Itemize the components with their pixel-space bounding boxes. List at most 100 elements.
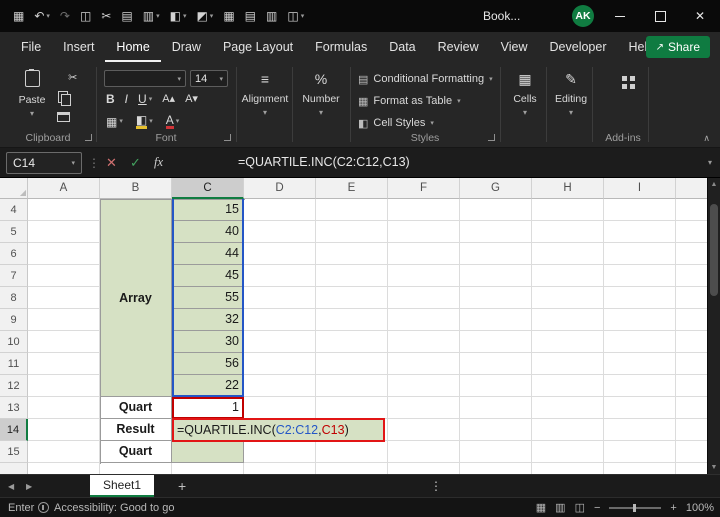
cell-c7[interactable]: 45 xyxy=(172,265,244,287)
accessibility-status[interactable]: Accessibility: Good to go xyxy=(38,498,174,517)
tab-insert[interactable]: Insert xyxy=(52,32,105,62)
dialog-launcher-icon[interactable] xyxy=(488,134,495,141)
row-header-partial[interactable] xyxy=(0,463,28,474)
bold-button[interactable]: B xyxy=(106,93,115,105)
cell-c14-formula-editor[interactable]: =QUARTILE.INC(C2:C12, C13) xyxy=(172,418,385,442)
normal-view-button[interactable]: ▦ xyxy=(536,501,546,514)
cell-styles-button[interactable]: ◧ Cell Styles ▾ xyxy=(358,113,434,133)
tab-view[interactable]: View xyxy=(490,32,539,62)
zoom-slider-thumb[interactable] xyxy=(633,503,637,512)
sheet-tab-sheet1[interactable]: Sheet1 xyxy=(90,475,155,497)
cell-c13[interactable]: 1 xyxy=(172,397,244,419)
camera-button[interactable]: ◫ ▾ xyxy=(287,10,304,22)
row-header-5[interactable]: 5 xyxy=(0,221,28,243)
insert-table-button[interactable]: ▦ xyxy=(223,10,234,22)
insert-function-button[interactable]: fx xyxy=(154,155,163,170)
formula-input[interactable]: =QUARTILE.INC(C2:C12,C13) xyxy=(238,155,410,169)
tab-data[interactable]: Data xyxy=(378,32,426,62)
clear-button[interactable]: ◩ ▾ xyxy=(196,10,213,22)
cell-c8[interactable]: 55 xyxy=(172,287,244,309)
decrease-font-button[interactable]: A▾ xyxy=(185,93,198,105)
minimize-button[interactable] xyxy=(600,0,640,32)
cut-button[interactable]: ✕✂ xyxy=(58,71,77,84)
enter-button[interactable]: ✓ xyxy=(130,155,141,171)
row-header-9[interactable]: 9 xyxy=(0,309,28,331)
zoom-level[interactable]: 100% xyxy=(686,502,714,514)
expand-formula-bar-button[interactable]: ▾ xyxy=(708,158,712,167)
print-button[interactable]: ▥ ▾ xyxy=(143,10,160,22)
close-button[interactable]: ✕ xyxy=(680,0,720,32)
paste-button[interactable]: Paste ▾ xyxy=(12,69,52,118)
new-sheet-button[interactable]: + xyxy=(178,475,186,497)
row-header-12[interactable]: 12 xyxy=(0,375,28,397)
tab-home[interactable]: Home xyxy=(105,32,160,62)
editing-button[interactable]: ✎ Editing ▾ xyxy=(548,72,594,117)
column-header-partial[interactable] xyxy=(676,178,707,199)
dialog-launcher-icon[interactable] xyxy=(224,134,231,141)
row-header-11[interactable]: 11 xyxy=(0,353,28,375)
vertical-scrollbar[interactable]: ▲ ▼ xyxy=(707,178,720,474)
cell-c4[interactable]: 15 xyxy=(172,199,244,221)
maximize-button[interactable] xyxy=(640,0,680,32)
row-header-13[interactable]: 13 xyxy=(0,397,28,419)
cell-c9[interactable]: 32 xyxy=(172,309,244,331)
column-header-f[interactable]: F xyxy=(388,178,460,199)
underline-button[interactable]: U ▾ xyxy=(138,93,152,105)
collapse-ribbon-button[interactable]: ∧ xyxy=(703,133,710,144)
cell-b4-b12-array[interactable]: Array xyxy=(100,199,172,397)
scroll-up-icon[interactable]: ▲ xyxy=(708,181,720,188)
previous-sheet-button[interactable]: ◀ xyxy=(8,475,14,497)
share-button[interactable]: ↗ Share xyxy=(645,36,710,58)
page-break-view-button[interactable]: ◫ xyxy=(575,501,585,514)
zoom-out-button[interactable]: − xyxy=(594,502,600,514)
increase-font-button[interactable]: A▴ xyxy=(162,93,175,105)
cell-c5[interactable]: 40 xyxy=(172,221,244,243)
fill-color-button[interactable]: ◧ ▾ xyxy=(170,10,187,22)
redo-button[interactable]: ↷ xyxy=(60,10,70,22)
row-header-8[interactable]: 8 xyxy=(0,287,28,309)
italic-button[interactable]: I xyxy=(125,93,128,105)
row-header-7[interactable]: 7 xyxy=(0,265,28,287)
sheet-bar-menu-icon[interactable]: ⋮ xyxy=(430,475,442,497)
cell-b13-quart[interactable]: Quart xyxy=(100,397,172,419)
cell-c12[interactable]: 22 xyxy=(172,375,244,397)
tab-file[interactable]: File xyxy=(10,32,52,62)
row-header-15[interactable]: 15 xyxy=(0,441,28,463)
tab-formulas[interactable]: Formulas xyxy=(304,32,378,62)
page-layout-view-button[interactable]: ▥ xyxy=(555,501,565,514)
column-header-d[interactable]: D xyxy=(244,178,316,199)
cell-c6[interactable]: 44 xyxy=(172,243,244,265)
select-all-button[interactable]: ◢ xyxy=(0,178,28,199)
row-header-4[interactable]: 4 xyxy=(0,199,28,221)
fill-color-button[interactable]: ◧ ▾ xyxy=(135,114,153,129)
row-header-6[interactable]: 6 xyxy=(0,243,28,265)
cell-b15-quart[interactable]: Quart xyxy=(100,441,172,463)
column-header-e[interactable]: E xyxy=(316,178,388,199)
column-header-c[interactable]: C xyxy=(172,178,244,199)
scroll-down-icon[interactable]: ▼ xyxy=(708,464,720,471)
cut-button[interactable]: ✂ xyxy=(101,10,111,22)
copy-button[interactable]: ◫ xyxy=(80,10,91,22)
copy-button[interactable] xyxy=(58,91,71,106)
addins-button[interactable] xyxy=(598,76,650,81)
zoom-slider[interactable] xyxy=(609,503,662,512)
app-button[interactable]: ▦ xyxy=(13,10,24,22)
format-as-table-button[interactable]: ▦ Format as Table ▾ xyxy=(358,91,461,111)
font-color-button[interactable]: A ▾ xyxy=(165,114,179,129)
column-header-g[interactable]: G xyxy=(460,178,532,199)
font-size-combo[interactable]: 14 ▾ xyxy=(190,70,228,87)
alignment-button[interactable]: ≡ Alignment ▾ xyxy=(238,72,292,117)
insert-rows-button[interactable]: ▤ xyxy=(245,10,256,22)
dialog-launcher-icon[interactable] xyxy=(85,134,92,141)
avatar[interactable]: AK xyxy=(572,5,594,27)
name-box[interactable]: C14 ▾ xyxy=(6,152,82,174)
font-name-combo[interactable]: ▾ xyxy=(104,70,186,87)
next-sheet-button[interactable]: ▶ xyxy=(26,475,32,497)
tab-review[interactable]: Review xyxy=(427,32,490,62)
tab-draw[interactable]: Draw xyxy=(161,32,212,62)
cells-area[interactable]: Array 15 40 44 45 55 32 30 56 22 Quart 1… xyxy=(28,199,707,474)
cell-c15[interactable] xyxy=(172,441,244,463)
format-painter-button[interactable] xyxy=(57,112,70,122)
scrollbar-thumb[interactable] xyxy=(710,204,718,296)
cells-button[interactable]: ▦ Cells ▾ xyxy=(504,72,546,117)
